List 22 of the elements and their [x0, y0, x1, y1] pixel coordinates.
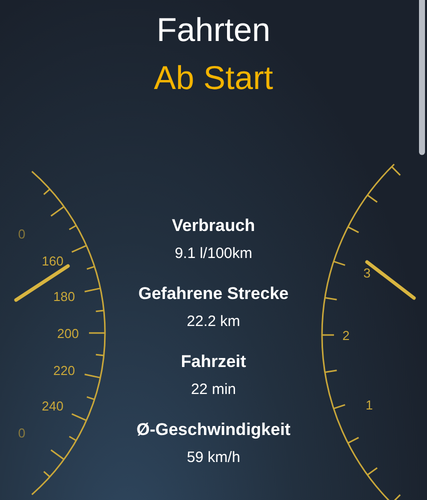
gauge-label: 160 [42, 254, 64, 269]
stat-value: 22.2 km [186, 313, 240, 330]
stat-value: 9.1 l/100km [174, 245, 252, 262]
gauge-label: 1 [366, 397, 373, 412]
stat-label: Fahrzeit [180, 352, 246, 372]
gauge-label: 200 [57, 326, 79, 341]
gauge-label: 3 [363, 265, 371, 280]
page-title: Fahrten [156, 10, 270, 50]
scrollbar[interactable] [419, 0, 425, 155]
needle [365, 260, 416, 300]
gauge-label: 180 [53, 289, 75, 304]
gauge-label: 2 [342, 328, 350, 343]
gauge-label: 0 [18, 226, 26, 242]
gauge-label: 240 [42, 398, 64, 414]
page-subtitle: Ab Start [154, 58, 274, 98]
stat-value: 22 min [190, 381, 236, 398]
gauge-label: 220 [53, 363, 75, 378]
stat-label: Gefahrene Strecke [138, 284, 289, 304]
stat-label: Ø-Geschwindigkeit [136, 420, 290, 440]
stat-value: 59 km/h [186, 449, 240, 466]
stat-label: Verbrauch [172, 216, 256, 236]
gauge-label: 0 [18, 425, 26, 440]
